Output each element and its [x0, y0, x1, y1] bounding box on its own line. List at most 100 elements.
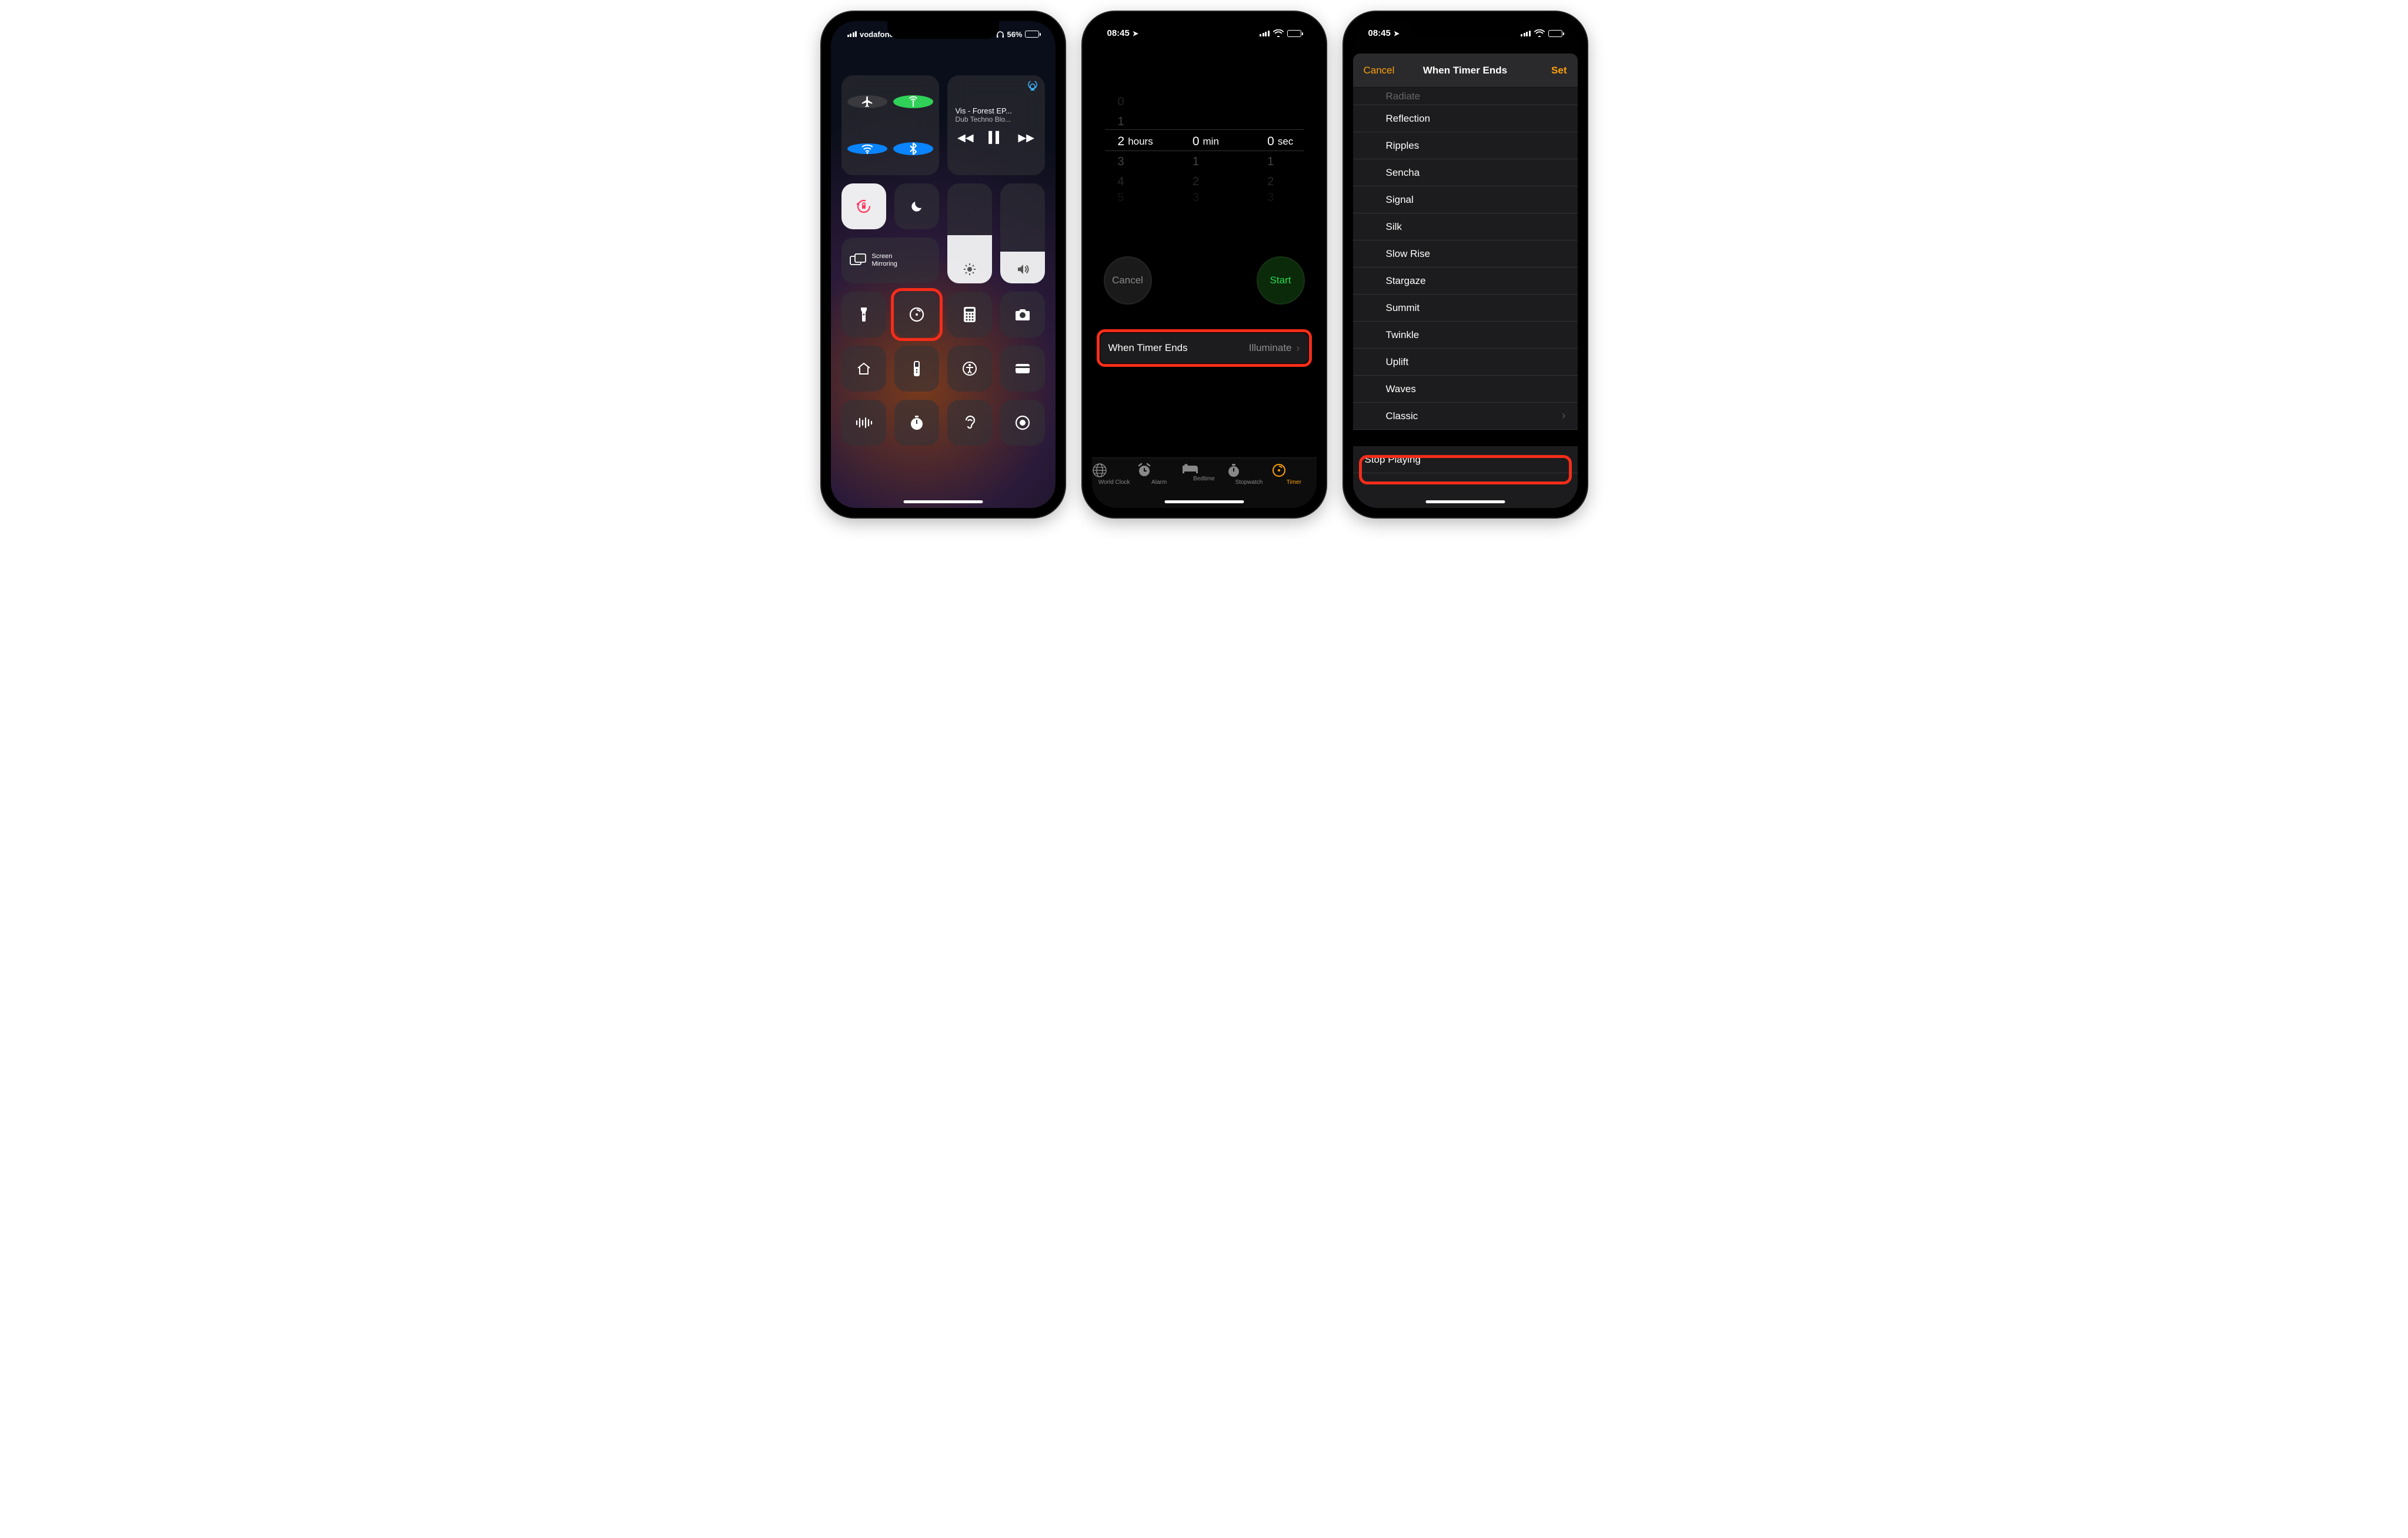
seconds-wheel[interactable]: 0sec 1 2 3	[1241, 92, 1316, 209]
list-item[interactable]: Silk	[1353, 213, 1578, 240]
home-indicator[interactable]	[903, 500, 983, 503]
cancel-button[interactable]: Cancel	[1104, 256, 1152, 305]
track-subtitle: Dub Techno Blo...	[956, 115, 1037, 123]
bluetooth-icon	[909, 142, 917, 155]
notch	[1410, 21, 1521, 39]
airplane-toggle[interactable]	[847, 95, 887, 108]
camera-button[interactable]	[1000, 292, 1045, 337]
home-button[interactable]	[841, 346, 886, 392]
signal-icon	[1260, 31, 1270, 36]
remote-button[interactable]	[894, 346, 939, 392]
do-not-disturb-toggle[interactable]	[894, 183, 939, 229]
sound-list[interactable]: Radiate Reflection Ripples Sencha Signal…	[1353, 88, 1578, 508]
tab-world-clock[interactable]: World Clock	[1092, 463, 1137, 508]
airplay-icon[interactable]	[1027, 81, 1038, 91]
stopwatch-icon	[1227, 463, 1271, 478]
list-item[interactable]: Slow Rise	[1353, 240, 1578, 268]
accessibility-button[interactable]	[947, 346, 992, 392]
start-button[interactable]: Start	[1257, 256, 1305, 305]
signal-icon	[1521, 31, 1531, 36]
time-picker[interactable]: 0 1 2hours 3 4 5 0min 1 2 3 0sec 1 2 3	[1092, 92, 1317, 209]
flashlight-button[interactable]	[841, 292, 886, 337]
calculator-icon	[963, 306, 976, 323]
accessibility-icon	[962, 361, 977, 376]
cellular-toggle[interactable]	[893, 95, 933, 108]
location-icon: ➤	[1133, 29, 1138, 38]
list-item[interactable]: Stargaze	[1353, 268, 1578, 295]
list-item[interactable]: Uplift	[1353, 349, 1578, 376]
antenna-icon	[907, 95, 920, 108]
list-item[interactable]: Signal	[1353, 186, 1578, 213]
list-item[interactable]: Sencha	[1353, 159, 1578, 186]
list-item[interactable]: Summit	[1353, 295, 1578, 322]
remote-icon	[913, 360, 920, 377]
clock-label: 08:45	[1368, 28, 1391, 38]
battery-icon	[1287, 30, 1301, 37]
next-track-button[interactable]: ▶▶	[1018, 132, 1034, 144]
wifi-icon	[1534, 29, 1545, 37]
now-playing-module[interactable]: Vis - Forest EP... Dub Techno Blo... ◀◀ …	[947, 75, 1045, 175]
notch	[887, 21, 999, 39]
screen-mirroring-button[interactable]: Screen Mirroring	[841, 238, 939, 283]
battery-icon	[1025, 31, 1039, 38]
notch	[1148, 21, 1260, 39]
record-icon	[1015, 415, 1030, 430]
tab-timer[interactable]: Timer	[1271, 463, 1316, 508]
sheet-header: Cancel When Timer Ends Set	[1353, 54, 1578, 88]
wallet-button[interactable]	[1000, 346, 1045, 392]
home-icon	[856, 361, 871, 376]
list-item[interactable]: Ripples	[1353, 132, 1578, 159]
phone-2-frame: 08:45 ➤ 0 1 2hours 3 4 5 0min	[1083, 12, 1326, 517]
volume-slider[interactable]	[1000, 183, 1045, 283]
stopwatch-icon	[910, 415, 924, 430]
rotation-lock-icon	[856, 198, 872, 215]
globe-icon	[1092, 463, 1137, 478]
wifi-icon	[1273, 29, 1284, 37]
wallet-icon	[1014, 363, 1031, 375]
orientation-lock-toggle[interactable]	[841, 183, 886, 229]
screen-mirroring-label: Screen Mirroring	[872, 253, 907, 268]
screen-mirroring-icon	[850, 253, 866, 268]
brightness-slider[interactable]	[947, 183, 992, 283]
flashlight-icon	[859, 306, 869, 323]
minutes-wheel[interactable]: 0min 1 2 3	[1167, 92, 1241, 209]
list-item[interactable]: Twinkle	[1353, 322, 1578, 349]
classic-row[interactable]: Classic	[1353, 403, 1578, 430]
screen-record-button[interactable]	[1000, 400, 1045, 446]
set-button[interactable]: Set	[1551, 65, 1567, 76]
hours-wheel[interactable]: 0 1 2hours 3 4 5	[1092, 92, 1167, 209]
control-center: vodafone UK VPN ◉ ➤ 56%	[831, 21, 1056, 508]
wte-value: Illuminate	[1249, 342, 1292, 354]
wte-label: When Timer Ends	[1108, 342, 1188, 354]
home-indicator[interactable]	[1425, 500, 1505, 503]
location-icon: ➤	[1394, 29, 1400, 38]
airplane-icon	[861, 95, 874, 108]
waveform-icon	[855, 417, 873, 429]
signal-icon	[847, 30, 857, 39]
section-gap	[1353, 430, 1578, 446]
calculator-button[interactable]	[947, 292, 992, 337]
list-item[interactable]: Reflection	[1353, 105, 1578, 132]
timer-shortcut-button[interactable]	[894, 292, 939, 337]
moon-icon	[910, 199, 924, 213]
stopwatch-button[interactable]	[894, 400, 939, 446]
stop-playing-row[interactable]: Stop Playing	[1353, 446, 1578, 473]
audio-recognition-button[interactable]	[841, 400, 886, 446]
pause-button[interactable]: ▍▍	[989, 132, 1003, 144]
sun-icon	[963, 262, 977, 276]
connectivity-module[interactable]	[841, 75, 939, 175]
ear-icon	[963, 414, 976, 431]
when-timer-ends-row[interactable]: When Timer Ends Illuminate ›	[1100, 333, 1308, 363]
track-title: Vis - Forest EP...	[956, 106, 1037, 115]
hearing-button[interactable]	[947, 400, 992, 446]
battery-pct: 56%	[1007, 30, 1022, 39]
list-item[interactable]: Waves	[1353, 376, 1578, 403]
wifi-toggle[interactable]	[847, 143, 887, 154]
list-item[interactable]: Radiate	[1353, 88, 1578, 105]
chevron-right-icon: ›	[1297, 342, 1300, 355]
cancel-button[interactable]: Cancel	[1364, 65, 1395, 76]
home-indicator[interactable]	[1164, 500, 1244, 503]
bluetooth-toggle[interactable]	[893, 142, 933, 155]
phone-3-frame: 08:45 ➤ Cancel When Timer Ends Set Radia…	[1344, 12, 1587, 517]
prev-track-button[interactable]: ◀◀	[957, 132, 974, 144]
